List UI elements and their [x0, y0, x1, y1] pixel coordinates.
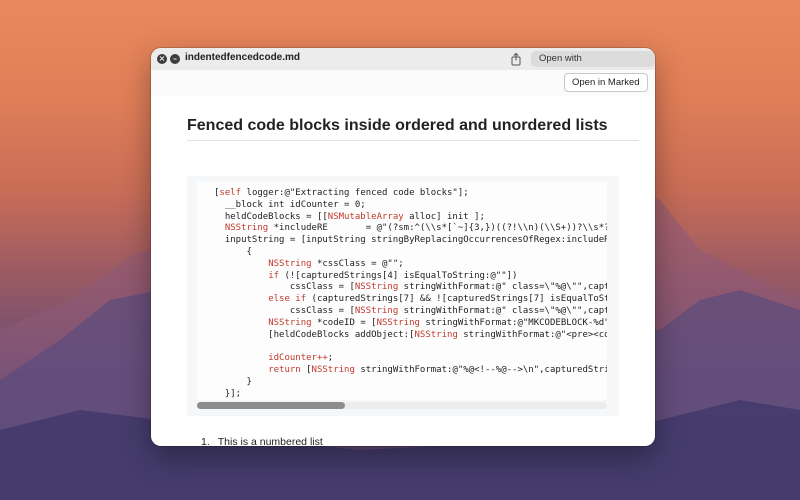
- code-line: return [NSString stringWithFormat:@"%@<!…: [268, 364, 607, 375]
- code-line: heldCodeBlocks = [[NSMutableArray alloc]…: [214, 211, 485, 222]
- code-line: if (![capturedStrings[4] isEqualToString…: [268, 270, 518, 281]
- code-line: }: [214, 376, 252, 387]
- code-line: cssClass = [NSString stringWithFormat:@"…: [214, 282, 607, 293]
- window-title: indentedfencedcode.md: [185, 52, 301, 63]
- close-icon[interactable]: ×: [157, 54, 167, 64]
- heading-divider: [187, 140, 639, 141]
- minimize-icon[interactable]: –: [170, 54, 180, 64]
- code-line: [self logger:@"Extracting fenced code bl…: [214, 188, 469, 198]
- code-line: NSString *codeID = [NSString stringWithF…: [268, 317, 607, 328]
- code-line: idCounter++;: [268, 353, 334, 364]
- open-with-button[interactable]: Open with MMDComposer5: [531, 51, 655, 80]
- scrollbar-thumb[interactable]: [197, 402, 345, 409]
- code-block: [self logger:@"Extracting fenced code bl…: [187, 176, 619, 416]
- code-line: __block int idCounter = 0;: [214, 199, 366, 210]
- horizontal-scrollbar[interactable]: [197, 402, 607, 409]
- code-line: [heldCodeBlocks addObject:[NSString stri…: [214, 329, 607, 340]
- code-line: NSString *includeRE = @"(?sm:^(\\s*[`~]{…: [224, 223, 607, 234]
- list-item: 1. This is a numbered list: [201, 436, 323, 446]
- code-line: else if (capturedStrings[7] && ![capture…: [268, 294, 607, 305]
- document-heading: Fenced code blocks inside ordered and un…: [187, 117, 608, 134]
- list-item-text: This is a numbered list: [217, 436, 323, 446]
- title-bar: × – indentedfencedcode.md Open with MMDC…: [151, 48, 655, 80]
- code-text: [self logger:@"Extracting fenced code bl…: [214, 188, 607, 400]
- list-number: 1.: [201, 436, 210, 446]
- preview-window: × – indentedfencedcode.md Open with MMDC…: [151, 48, 655, 446]
- code-line: inputString = [inputString stringByRepla…: [214, 235, 607, 246]
- code-line: }];: [214, 388, 242, 399]
- code-line: {: [214, 246, 252, 257]
- code-line: cssClass = [NSString stringWithFormat:@"…: [214, 305, 607, 316]
- document-preview[interactable]: Fenced code blocks inside ordered and un…: [167, 96, 639, 446]
- toolbar: Open in Marked: [151, 70, 655, 96]
- share-icon[interactable]: [509, 52, 523, 66]
- code-line: NSString *cssClass = @"";: [268, 258, 404, 269]
- code-viewport[interactable]: [self logger:@"Extracting fenced code bl…: [197, 182, 607, 400]
- open-in-marked-button[interactable]: Open in Marked: [564, 73, 648, 92]
